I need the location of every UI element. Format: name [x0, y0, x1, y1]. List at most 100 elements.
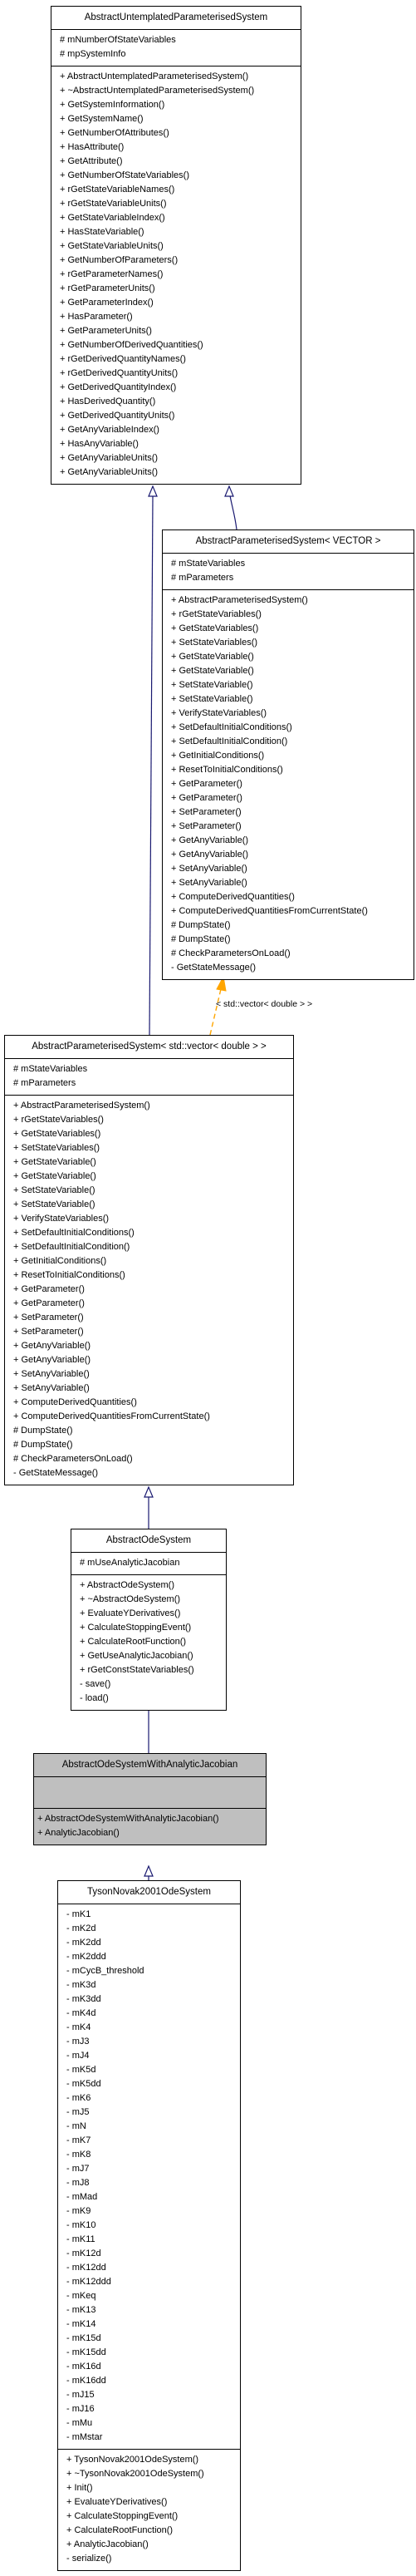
class-operation[interactable]: + GetAnyVariableUnits()	[60, 451, 301, 465]
class-operation[interactable]: + GetParameterIndex()	[60, 296, 301, 310]
class-box-abstract-ode-system[interactable]: AbstractOdeSystem # mUseAnalyticJacobian…	[71, 1529, 227, 1711]
class-operation[interactable]: + rGetConstStateVariables()	[80, 1663, 226, 1677]
class-attribute[interactable]: - mK4d	[66, 2007, 240, 2021]
class-operation[interactable]: + SetStateVariable()	[13, 1184, 293, 1198]
class-operation[interactable]: + GetParameterUnits()	[60, 324, 301, 338]
class-operation[interactable]: + SetParameter()	[13, 1325, 293, 1339]
class-operation[interactable]: + SetDefaultInitialConditions()	[171, 721, 414, 735]
class-operation[interactable]: + GetAnyVariable()	[171, 848, 414, 862]
class-attribute[interactable]: - mJ4	[66, 2049, 240, 2063]
class-attribute[interactable]: - mJ16	[66, 2402, 240, 2416]
class-attribute[interactable]: # mStateVariables	[13, 1062, 293, 1076]
class-operation[interactable]: + rGetStateVariableNames()	[60, 183, 301, 197]
class-attribute[interactable]: - mK2dd	[66, 1936, 240, 1950]
class-attribute[interactable]: # mpSystemInfo	[60, 47, 301, 62]
class-attribute[interactable]: - mK10	[66, 2219, 240, 2233]
class-attribute[interactable]: - mK12d	[66, 2247, 240, 2261]
class-operation[interactable]: + CalculateRootFunction()	[80, 1635, 226, 1649]
class-operation[interactable]: + HasDerivedQuantity()	[60, 395, 301, 409]
class-box-tyson-novak[interactable]: TysonNovak2001OdeSystem - mK1- mK2d - mK2…	[57, 1880, 241, 2571]
class-operation[interactable]: + GetSystemInformation()	[60, 98, 301, 112]
class-attribute[interactable]: - mJ3	[66, 2035, 240, 2049]
class-operation[interactable]: + GetNumberOfAttributes()	[60, 126, 301, 140]
class-operation[interactable]: + SetParameter()	[171, 820, 414, 834]
class-operation[interactable]: + SetStateVariable()	[13, 1198, 293, 1212]
class-operation[interactable]: + SetDefaultInitialCondition()	[171, 735, 414, 749]
class-attribute[interactable]: - mK1	[66, 1908, 240, 1922]
class-attribute[interactable]: - mK15d	[66, 2332, 240, 2346]
class-operation[interactable]: + GetNumberOfDerivedQuantities()	[60, 338, 301, 352]
class-operation[interactable]: + SetDefaultInitialCondition()	[13, 1240, 293, 1254]
class-operation[interactable]: + GetStateVariable()	[171, 650, 414, 664]
class-operation[interactable]: + GetUseAnalyticJacobian()	[80, 1649, 226, 1663]
class-attribute[interactable]: - mJ8	[66, 2176, 240, 2190]
class-operation[interactable]: + GetSystemName()	[60, 112, 301, 126]
class-operation[interactable]: + GetNumberOfParameters()	[60, 254, 301, 268]
class-attribute[interactable]: # mParameters	[171, 571, 414, 585]
class-box-ode-with-analytic-jacobian[interactable]: AbstractOdeSystemWithAnalyticJacobian + …	[33, 1753, 267, 1845]
class-attribute[interactable]: - mK16d	[66, 2360, 240, 2374]
class-operation[interactable]: + rGetStateVariableUnits()	[60, 197, 301, 211]
class-operation[interactable]: + GetStateVariable()	[13, 1170, 293, 1184]
class-operation[interactable]: + GetParameter()	[13, 1297, 293, 1311]
class-operation[interactable]: + SetAnyVariable()	[13, 1367, 293, 1382]
class-operation[interactable]: - save()	[80, 1677, 226, 1692]
class-operation[interactable]: + GetDerivedQuantityIndex()	[60, 381, 301, 395]
class-operation[interactable]: + GetAnyVariableUnits()	[60, 465, 301, 480]
class-operation[interactable]: # DumpState()	[171, 933, 414, 947]
class-operation[interactable]: + GetParameter()	[13, 1283, 293, 1297]
class-operation[interactable]: + HasAttribute()	[60, 140, 301, 155]
class-operation[interactable]: + GetStateVariableIndex()	[60, 211, 301, 225]
class-operation[interactable]: - load()	[80, 1692, 226, 1706]
class-operation[interactable]: + AbstractParameterisedSystem()	[13, 1099, 293, 1113]
class-attribute[interactable]: - mN	[66, 2120, 240, 2134]
class-operation[interactable]: + rGetDerivedQuantityNames()	[60, 352, 301, 367]
class-operation[interactable]: + GetInitialConditions()	[13, 1254, 293, 1268]
class-operation[interactable]: + rGetParameterUnits()	[60, 282, 301, 296]
class-attribute[interactable]: - mK15dd	[66, 2346, 240, 2360]
class-operation[interactable]: + GetInitialConditions()	[171, 749, 414, 763]
class-attribute[interactable]: - mK14	[66, 2317, 240, 2332]
class-operation[interactable]: + rGetStateVariables()	[171, 608, 414, 622]
class-operation[interactable]: + GetParameter()	[171, 777, 414, 791]
class-operation[interactable]: + ResetToInitialConditions()	[171, 763, 414, 777]
class-attribute[interactable]: - mMad	[66, 2190, 240, 2204]
class-attribute[interactable]: # mNumberOfStateVariables	[60, 33, 301, 47]
class-operation[interactable]: + AnalyticJacobian()	[37, 1826, 266, 1840]
class-attribute[interactable]: - mMu	[66, 2416, 240, 2431]
class-operation[interactable]: + ~AbstractUntemplatedParameterisedSyste…	[60, 84, 301, 98]
class-operation[interactable]: + SetAnyVariable()	[171, 862, 414, 876]
class-operation[interactable]: + VerifyStateVariables()	[171, 707, 414, 721]
class-attribute[interactable]: - mK7	[66, 2134, 240, 2148]
class-operation[interactable]: + GetStateVariable()	[13, 1155, 293, 1170]
class-operation[interactable]: + CalculateRootFunction()	[66, 2524, 240, 2538]
class-operation[interactable]: + CalculateStoppingEvent()	[80, 1621, 226, 1635]
class-operation[interactable]: + GetAnyVariableIndex()	[60, 423, 301, 437]
class-operation[interactable]: + ~TysonNovak2001OdeSystem()	[66, 2467, 240, 2481]
class-operation[interactable]: + GetAnyVariable()	[171, 834, 414, 848]
class-operation[interactable]: # DumpState()	[171, 919, 414, 933]
class-operation[interactable]: + GetStateVariableUnits()	[60, 239, 301, 254]
class-operation[interactable]: + EvaluateYDerivatives()	[66, 2495, 240, 2510]
class-operation[interactable]: + rGetDerivedQuantityUnits()	[60, 367, 301, 381]
class-operation[interactable]: + SetAnyVariable()	[13, 1382, 293, 1396]
class-attribute[interactable]: - mK5dd	[66, 2077, 240, 2091]
class-operation[interactable]: + TysonNovak2001OdeSystem()	[66, 2453, 240, 2467]
class-operation[interactable]: + ComputeDerivedQuantitiesFromCurrentSta…	[171, 904, 414, 919]
class-operation[interactable]: + HasParameter()	[60, 310, 301, 324]
class-operation[interactable]: + GetAnyVariable()	[13, 1353, 293, 1367]
class-operation[interactable]: + GetAnyVariable()	[13, 1339, 293, 1353]
class-attribute[interactable]: - mK2ddd	[66, 1950, 240, 1964]
class-operation[interactable]: + SetStateVariable()	[171, 692, 414, 707]
class-operation[interactable]: + AnalyticJacobian()	[66, 2538, 240, 2552]
class-operation[interactable]: + EvaluateYDerivatives()	[80, 1607, 226, 1621]
class-operation[interactable]: + SetStateVariables()	[13, 1141, 293, 1155]
class-operation[interactable]: + rGetStateVariables()	[13, 1113, 293, 1127]
class-attribute[interactable]: - mK3d	[66, 1978, 240, 1992]
class-attribute[interactable]: - mK2d	[66, 1922, 240, 1936]
class-operation[interactable]: + SetDefaultInitialConditions()	[13, 1226, 293, 1240]
class-operation[interactable]: + GetParameter()	[171, 791, 414, 805]
class-operation[interactable]: + SetParameter()	[13, 1311, 293, 1325]
class-operation[interactable]: + VerifyStateVariables()	[13, 1212, 293, 1226]
class-operation[interactable]: + AbstractParameterisedSystem()	[171, 594, 414, 608]
